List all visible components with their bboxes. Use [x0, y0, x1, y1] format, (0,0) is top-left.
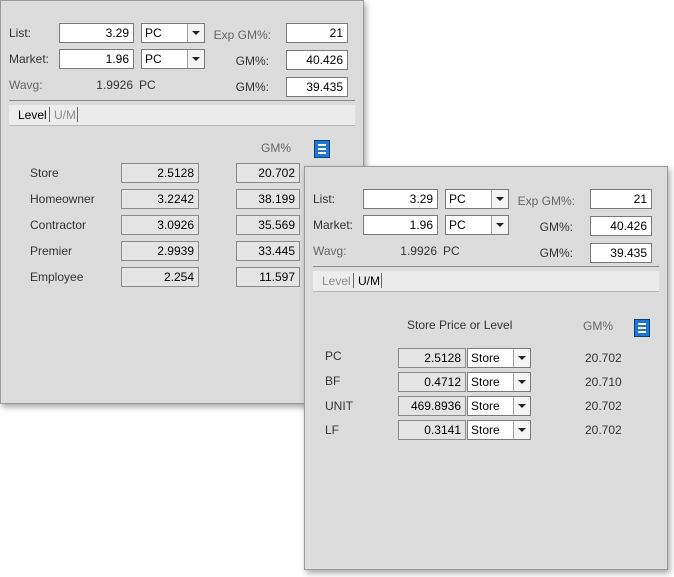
level-gm: 11.597	[236, 267, 300, 287]
um-level-dropdown[interactable]: Store	[467, 420, 531, 440]
market-unit-dropdown[interactable]: PC	[141, 49, 205, 69]
tab-um[interactable]: U/M	[358, 274, 380, 288]
market-price-input[interactable]: 1.96	[59, 49, 134, 69]
list-label: List:	[9, 26, 32, 40]
um-gm: 20.702	[585, 423, 622, 437]
wavg-label: Wavg:	[313, 244, 347, 258]
tab-separator	[49, 107, 50, 122]
chevron-down-icon[interactable]	[491, 190, 508, 208]
um-gm: 20.710	[585, 375, 622, 389]
level-gm: 33.445	[236, 241, 300, 261]
um-level-value: Store	[471, 423, 500, 437]
market-label: Market:	[9, 52, 50, 66]
exp-gm-label: Exp GM%:	[517, 194, 575, 208]
chevron-down-icon[interactable]	[491, 216, 508, 234]
tab-um[interactable]: U/M	[54, 108, 76, 122]
tab-separator	[353, 273, 354, 288]
exp-gm-input[interactable]: 21	[590, 189, 652, 209]
level-name: Store	[30, 166, 59, 180]
market-label: Market:	[313, 218, 354, 232]
price-column-header: Store Price or Level	[407, 318, 513, 332]
gm-column-header: GM%	[583, 319, 613, 333]
level-price: 2.254	[121, 267, 199, 287]
level-gm: 20.702	[236, 163, 300, 183]
gm-label: GM%:	[539, 220, 573, 234]
um-level-dropdown[interactable]: Store	[467, 348, 531, 368]
chevron-down-icon[interactable]	[187, 24, 204, 42]
exp-gm-input[interactable]: 21	[286, 23, 348, 43]
level-price: 3.2242	[121, 189, 199, 209]
tab-level[interactable]: Level	[18, 108, 47, 122]
menu-lines-icon[interactable]	[634, 319, 650, 337]
level-gm: 35.569	[236, 215, 300, 235]
chevron-down-icon[interactable]	[513, 373, 530, 391]
um-level-value: Store	[471, 375, 500, 389]
level-name: Employee	[30, 270, 84, 284]
um-price: 0.3141	[398, 420, 466, 440]
exp-gm-label: Exp GM%:	[213, 28, 271, 42]
um-price: 469.8936	[398, 396, 466, 416]
gm-current-label: GM%:	[539, 246, 573, 260]
level-name: Homeowner	[30, 192, 95, 206]
divider	[9, 100, 355, 101]
gm-input[interactable]: 40.426	[286, 50, 348, 70]
level-price: 3.0926	[121, 215, 199, 235]
gm-current-label: GM%:	[235, 80, 269, 94]
market-price-input[interactable]: 1.96	[363, 215, 438, 235]
um-name: PC	[325, 349, 342, 363]
chevron-down-icon[interactable]	[513, 421, 530, 439]
um-level-dropdown[interactable]: Store	[467, 372, 531, 392]
gm-current-input[interactable]: 39.435	[590, 243, 652, 263]
wavg-unit: PC	[443, 244, 460, 258]
market-unit-value: PC	[145, 52, 162, 66]
list-unit-value: PC	[449, 192, 466, 206]
chevron-down-icon[interactable]	[513, 397, 530, 415]
gm-column-header: GM%	[261, 141, 291, 155]
um-gm: 20.702	[585, 399, 622, 413]
um-level-value: Store	[471, 399, 500, 413]
list-unit-value: PC	[145, 26, 162, 40]
list-unit-dropdown[interactable]: PC	[141, 23, 205, 43]
wavg-label: Wavg:	[9, 78, 43, 92]
level-price: 2.5128	[121, 163, 199, 183]
tab-separator	[381, 273, 382, 288]
um-gm: 20.702	[585, 351, 622, 365]
level-name: Premier	[30, 244, 73, 258]
tab-separator	[77, 107, 78, 122]
chevron-down-icon[interactable]	[187, 50, 204, 68]
tab-level[interactable]: Level	[322, 274, 351, 288]
tab-strip: Level U/M	[313, 271, 659, 292]
list-unit-dropdown[interactable]: PC	[445, 189, 509, 209]
wavg-unit: PC	[139, 78, 156, 92]
wavg-value: 1.9926	[400, 244, 437, 258]
um-level-dropdown[interactable]: Store	[467, 396, 531, 416]
level-name: Contractor	[30, 218, 87, 232]
um-name: LF	[325, 423, 340, 437]
tab-strip: Level U/M	[9, 105, 355, 126]
market-unit-value: PC	[449, 218, 466, 232]
pricing-panel-um: List: 3.29 PC Market: 1.96 PC Wavg: 1.99…	[304, 166, 668, 570]
level-gm: 38.199	[236, 189, 300, 209]
level-price: 2.9939	[121, 241, 199, 261]
wavg-value: 1.9926	[96, 78, 133, 92]
list-label: List:	[313, 192, 336, 206]
list-price-input[interactable]: 3.29	[363, 189, 438, 209]
gm-label: GM%:	[235, 54, 269, 68]
chevron-down-icon[interactable]	[513, 349, 530, 367]
gm-input[interactable]: 40.426	[590, 216, 652, 236]
market-unit-dropdown[interactable]: PC	[445, 215, 509, 235]
um-name: UNIT	[325, 399, 353, 413]
menu-lines-icon[interactable]	[314, 140, 330, 158]
list-price-input[interactable]: 3.29	[59, 23, 134, 43]
um-level-value: Store	[471, 351, 500, 365]
um-price: 2.5128	[398, 348, 466, 368]
um-price: 0.4712	[398, 372, 466, 392]
um-name: BF	[325, 374, 341, 388]
gm-current-input[interactable]: 39.435	[286, 77, 348, 97]
divider	[313, 266, 659, 267]
